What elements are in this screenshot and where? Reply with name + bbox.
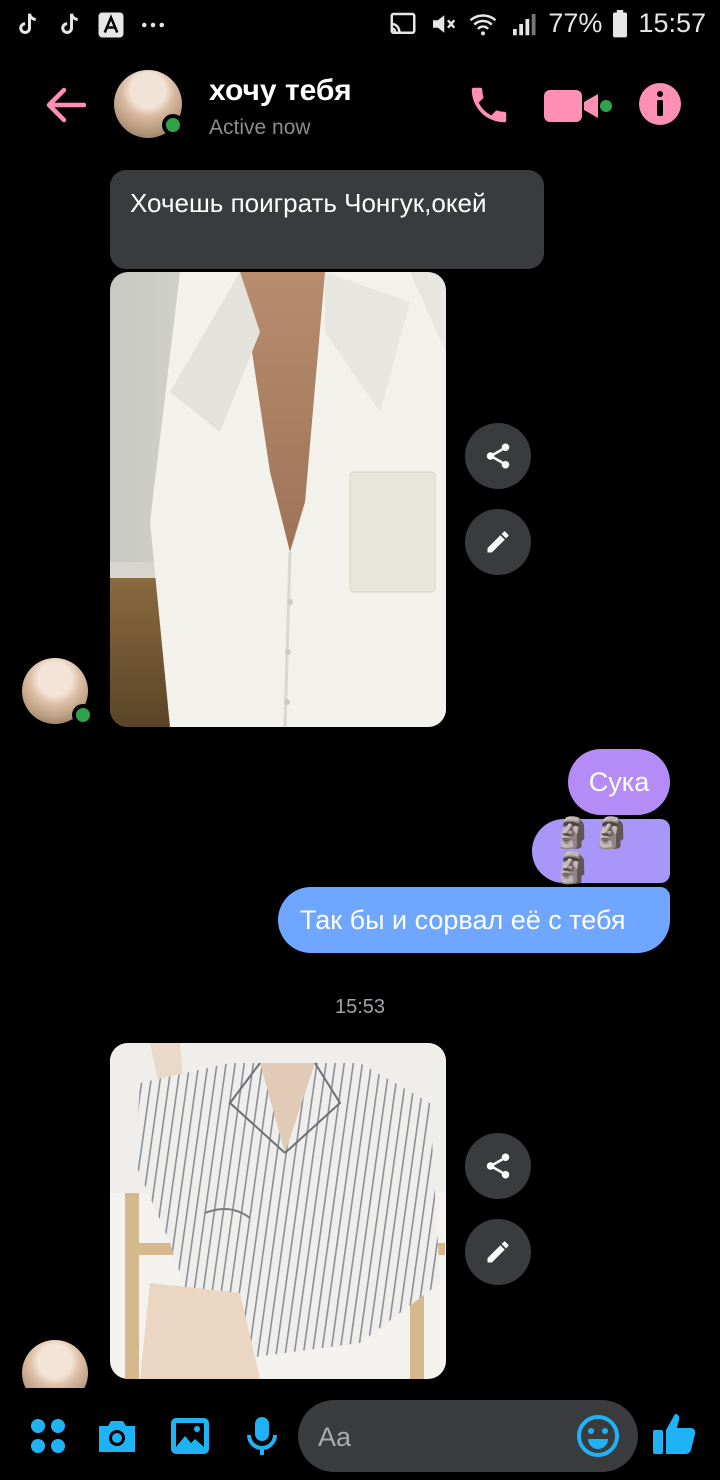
- message-text: Сука: [588, 766, 650, 797]
- edit-button[interactable]: [465, 1219, 531, 1285]
- share-button[interactable]: [465, 423, 531, 489]
- battery-icon: [613, 9, 628, 37]
- emoji-icon[interactable]: [576, 1414, 620, 1458]
- online-indicator: [162, 114, 184, 136]
- outgoing-message[interactable]: Сука: [568, 749, 670, 815]
- sender-avatar[interactable]: [22, 658, 94, 726]
- pencil-icon: [487, 531, 509, 553]
- contact-photo: [22, 1340, 88, 1388]
- gallery-icon[interactable]: [168, 1414, 212, 1458]
- pencil-icon: [487, 1241, 509, 1263]
- message-text: Так бы и сорвал её с тебя: [300, 904, 626, 935]
- message-input[interactable]: Aa: [298, 1400, 638, 1472]
- status-bar: 77% 15:57: [0, 0, 720, 52]
- chat-header: хочу тебя Active now: [0, 60, 720, 150]
- contact-name[interactable]: хочу тебя: [209, 74, 352, 108]
- incoming-photo[interactable]: [110, 1043, 446, 1379]
- mute-icon: [433, 14, 456, 33]
- wifi-icon: [470, 13, 497, 35]
- avatar[interactable]: [114, 70, 184, 138]
- video-call-icon[interactable]: [544, 86, 616, 126]
- cast-icon: [390, 12, 416, 34]
- microphone-icon[interactable]: [240, 1414, 284, 1458]
- share-icon: [486, 443, 510, 469]
- presence-status: Active now: [209, 116, 311, 139]
- online-indicator: [72, 704, 94, 726]
- share-icon: [486, 1153, 510, 1179]
- message-text: Хочешь поиграть Чонгук,окей: [130, 188, 487, 218]
- more-notifications-icon: [142, 22, 164, 28]
- message-input-placeholder: Aa: [318, 1422, 352, 1452]
- incoming-photo[interactable]: [110, 272, 446, 727]
- photo-white-shirt: [110, 272, 446, 727]
- translate-icon: [98, 12, 124, 38]
- battery-percent: 77%: [548, 8, 603, 38]
- apps-icon[interactable]: [26, 1414, 70, 1458]
- outgoing-emoji-message[interactable]: 🗿🗿🗿: [532, 817, 670, 885]
- phone-call-icon[interactable]: [466, 82, 512, 128]
- outgoing-message[interactable]: Так бы и сорвал её с тебя: [278, 887, 670, 953]
- info-icon[interactable]: [638, 82, 682, 126]
- tiktok-icon: [61, 13, 79, 34]
- tiktok-icon: [19, 13, 37, 34]
- back-arrow-icon[interactable]: [40, 82, 90, 128]
- message-composer: Aa: [0, 1388, 720, 1480]
- edit-button[interactable]: [465, 509, 531, 575]
- message-timestamp: 15:53: [334, 996, 386, 1018]
- message-emoji: 🗿🗿🗿: [554, 817, 633, 885]
- share-button[interactable]: [465, 1133, 531, 1199]
- clock: 15:57: [638, 8, 706, 38]
- signal-icon: [513, 13, 536, 35]
- incoming-message[interactable]: Хочешь поиграть Чонгук,окей: [110, 170, 544, 269]
- sender-avatar[interactable]: [22, 1340, 88, 1388]
- like-icon[interactable]: [650, 1410, 698, 1458]
- photo-striped-pajama: [110, 1043, 446, 1379]
- camera-icon[interactable]: [95, 1414, 139, 1458]
